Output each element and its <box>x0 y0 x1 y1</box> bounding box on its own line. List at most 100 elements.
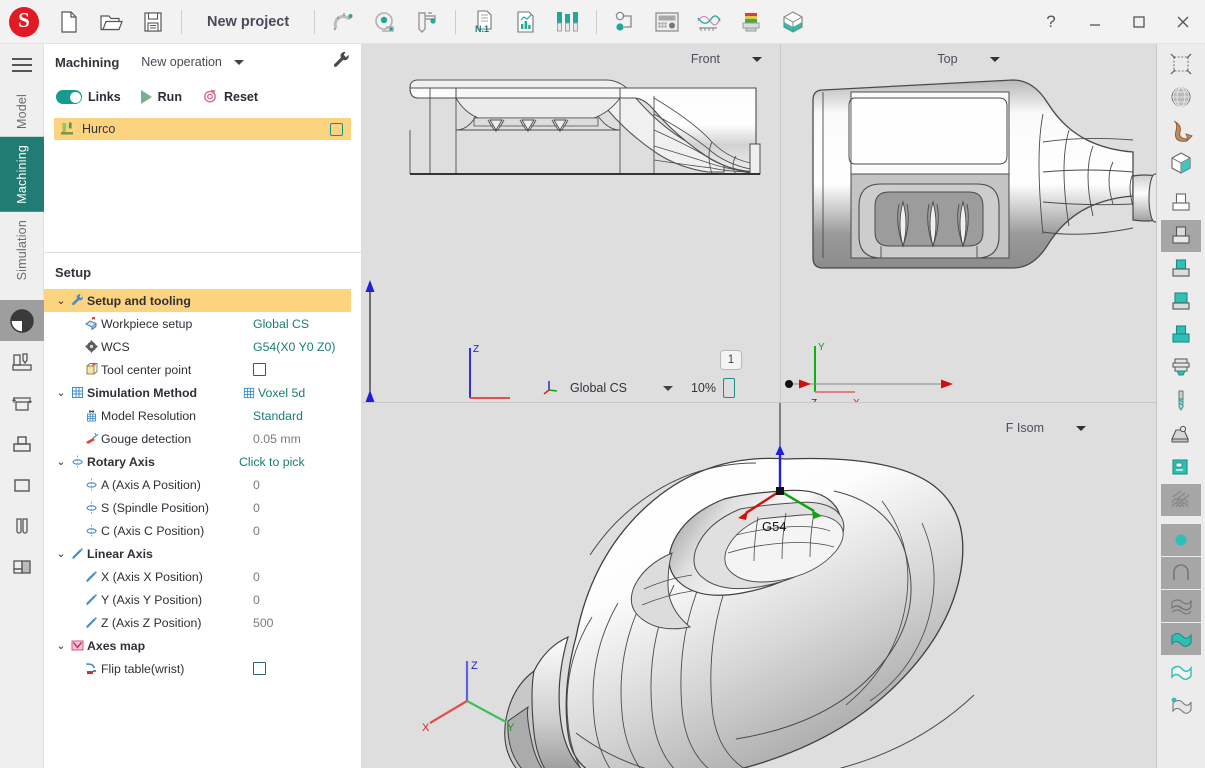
tree-row-axis-c[interactable]: C (Axis C Position) 0 <box>44 519 361 542</box>
vise-icon[interactable] <box>0 505 44 546</box>
chevron-down-icon[interactable]: ⌄ <box>54 455 68 468</box>
tools-icon[interactable] <box>547 0 589 44</box>
surface-point-icon[interactable] <box>1161 689 1201 721</box>
chevron-down-icon[interactable]: ⌄ <box>54 386 68 399</box>
fixture-block-icon[interactable] <box>0 423 44 464</box>
zoom-slider[interactable] <box>723 378 736 398</box>
view-count-badge[interactable]: 1 <box>720 350 742 370</box>
stock-wireframe-icon[interactable] <box>1161 187 1201 219</box>
tree-row-setup-and-tooling[interactable]: ⌄ Setup and tooling <box>44 289 351 312</box>
settings-wrench-icon[interactable] <box>331 50 351 75</box>
zoom-fit-icon[interactable] <box>1161 48 1201 80</box>
caliper-icon[interactable] <box>406 0 448 44</box>
surface-outline-icon[interactable] <box>1161 656 1201 688</box>
chevron-down-icon[interactable] <box>662 385 673 391</box>
flow-icon[interactable] <box>604 0 646 44</box>
tree-row-linear-axis[interactable]: ⌄ Linear Axis <box>44 542 361 565</box>
stock-solid-icon[interactable] <box>1161 286 1201 318</box>
magnet-icon[interactable] <box>322 0 364 44</box>
open-folder-icon[interactable] <box>90 0 132 44</box>
rotate-globe-icon[interactable] <box>1161 81 1201 113</box>
tree-row-axis-y[interactable]: Y (Axis Y Position) 0 <box>44 588 361 611</box>
material-icon[interactable] <box>0 546 44 587</box>
tree-label: Linear Axis <box>87 546 153 561</box>
machining-panel: Machining New operation Links Run Reset … <box>44 44 362 768</box>
tree-row-wcs[interactable]: WCS G54(X0 Y0 Z0) <box>44 335 361 358</box>
tree-row-gouge-detection[interactable]: Gouge detection 0.05 mm <box>44 427 361 450</box>
report-icon[interactable] <box>505 0 547 44</box>
linear-axis-icon <box>82 592 101 607</box>
stock-section-icon[interactable] <box>1161 352 1201 384</box>
measure-icon[interactable] <box>364 0 406 44</box>
stock-shaded-icon[interactable] <box>1161 220 1201 252</box>
tool-center-point-checkbox[interactable] <box>253 363 266 376</box>
minimize-button[interactable] <box>1073 0 1117 44</box>
holder-icon[interactable] <box>1161 418 1201 450</box>
reset-button[interactable]: Reset <box>202 88 258 107</box>
machine-setup-icon[interactable] <box>0 341 44 382</box>
chevron-down-icon[interactable]: ⌄ <box>54 294 68 307</box>
axes-map-icon <box>68 638 87 653</box>
stock-height-icon[interactable] <box>0 382 44 423</box>
tree-value[interactable]: Click to pick <box>239 455 305 469</box>
close-button[interactable] <box>1161 0 1205 44</box>
controller-icon[interactable] <box>646 0 688 44</box>
stock-highlight-icon[interactable] <box>1161 319 1201 351</box>
machine-icon[interactable] <box>1161 451 1201 483</box>
help-button[interactable]: ? <box>1029 0 1073 44</box>
analysis-icon[interactable] <box>688 0 730 44</box>
gouge-icon <box>82 431 101 446</box>
new-operation-dropdown[interactable]: New operation <box>141 55 244 69</box>
surface-filled-icon[interactable] <box>1161 623 1201 655</box>
viewport-top[interactable]: Top Y <box>781 44 1157 402</box>
maximize-button[interactable] <box>1117 0 1161 44</box>
stock-icon[interactable] <box>730 0 772 44</box>
rail-tab-simulation[interactable]: Simulation <box>0 212 44 288</box>
fixture-icon[interactable] <box>772 0 814 44</box>
tree-row-spindle-s[interactable]: S (Spindle Position) 0 <box>44 496 361 519</box>
flip-table-checkbox[interactable] <box>253 662 266 675</box>
surface-icon[interactable] <box>1161 114 1201 146</box>
tree-row-rotary-axis[interactable]: ⌄ Rotary Axis Click to pick <box>44 450 361 473</box>
tree-row-simulation-method[interactable]: ⌄ Simulation Method Voxel 5d <box>44 381 361 404</box>
nc-file-icon[interactable]: N.1 <box>463 0 505 44</box>
arc-path-icon[interactable] <box>1161 557 1201 589</box>
tool-icon[interactable] <box>1161 385 1201 417</box>
viewport-isometric[interactable]: F Isom G54 Z X Y <box>362 402 1157 768</box>
app-logo <box>0 6 48 37</box>
new-file-icon[interactable] <box>48 0 90 44</box>
coordinate-system-dropdown[interactable]: Global CS <box>570 381 627 395</box>
tree-row-axis-x[interactable]: X (Axis X Position) 0 <box>44 565 361 588</box>
point-marker-icon[interactable] <box>1161 524 1201 556</box>
toolpath-hatch-icon[interactable] <box>1161 484 1201 516</box>
tree-value[interactable]: Voxel 5d <box>258 386 305 400</box>
rail-tab-machining[interactable]: Machining <box>0 137 44 212</box>
tree-row-model-resolution[interactable]: Model Resolution Standard <box>44 404 361 427</box>
tree-label: C (Axis C Position) <box>101 523 205 538</box>
tree-row-axis-a[interactable]: A (Axis A Position) 0 <box>44 473 361 496</box>
tree-value[interactable]: G54(X0 Y0 Z0) <box>253 340 335 354</box>
run-button[interactable]: Run <box>140 90 182 104</box>
view-cube-icon[interactable] <box>1161 147 1201 179</box>
tree-row-axes-map[interactable]: ⌄ Axes map <box>44 634 361 657</box>
chevron-down-icon[interactable]: ⌄ <box>54 639 68 652</box>
operation-checkbox[interactable] <box>330 122 343 136</box>
menu-icon[interactable] <box>0 44 44 86</box>
operation-row-hurco[interactable]: Hurco <box>54 118 351 140</box>
svg-text:X: X <box>422 722 430 733</box>
shading-mode-icon[interactable] <box>0 300 44 342</box>
tree-row-tool-center-point[interactable]: Tool center point <box>44 358 361 381</box>
surface-mesh-icon[interactable] <box>1161 590 1201 622</box>
tree-row-flip-table[interactable]: Flip table(wrist) <box>44 657 361 680</box>
links-toggle[interactable]: Links <box>56 90 121 104</box>
tree-row-workpiece-setup[interactable]: Workpiece setup Global CS <box>44 312 361 335</box>
tree-value[interactable]: Standard <box>253 409 303 423</box>
save-icon[interactable] <box>132 0 174 44</box>
stock-partial-icon[interactable] <box>1161 253 1201 285</box>
chevron-down-icon[interactable]: ⌄ <box>54 547 68 560</box>
plate-icon[interactable] <box>0 464 44 505</box>
rail-tab-model[interactable]: Model <box>0 86 44 137</box>
tree-row-axis-z[interactable]: Z (Axis Z Position) 500 <box>44 611 361 634</box>
tree-value[interactable]: Global CS <box>253 317 309 331</box>
viewport-front[interactable]: Front Z 1 Global CS 10% <box>362 44 781 402</box>
